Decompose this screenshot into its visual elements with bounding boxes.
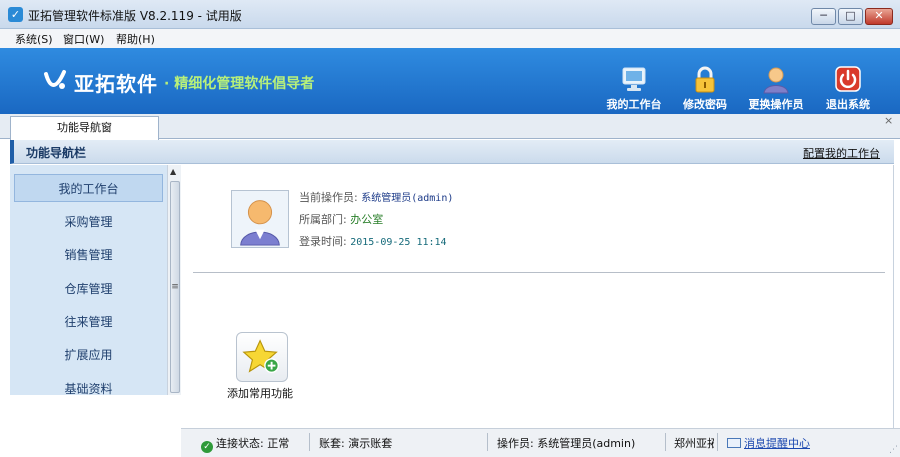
sidebar-item-basic-data[interactable]: 基础资料 bbox=[14, 375, 163, 395]
sidebar-item-accounts[interactable]: 往来管理 bbox=[14, 308, 163, 336]
toolbar-switch-operator-label: 更换操作员 bbox=[748, 98, 804, 111]
tab-close-icon[interactable]: × bbox=[884, 114, 893, 127]
sidebar-item-warehouse[interactable]: 仓库管理 bbox=[14, 275, 163, 303]
monitor-icon bbox=[622, 67, 646, 91]
sidebar: 我的工作台 采购管理 销售管理 仓库管理 往来管理 扩展应用 基础资料 bbox=[10, 165, 167, 395]
operator-row: 当前操作员: 系统管理员(admin) bbox=[299, 189, 453, 205]
user-icon bbox=[763, 67, 789, 94]
maximize-button[interactable]: □ bbox=[838, 8, 863, 25]
login-time-value: 2015-09-25 11:14 bbox=[350, 237, 447, 248]
status-separator bbox=[487, 433, 488, 451]
status-separator bbox=[665, 433, 666, 451]
window-title: 亚拓管理软件标准版 V8.2.119 - 试用版 bbox=[28, 9, 242, 23]
lock-icon bbox=[695, 66, 715, 93]
login-time-label: 登录时间: bbox=[299, 235, 347, 248]
blank-area bbox=[0, 395, 178, 457]
sidebar-item-extensions[interactable]: 扩展应用 bbox=[14, 341, 163, 369]
menu-bar: 系统(S) 窗口(W) 帮助(H) bbox=[0, 29, 900, 48]
menu-help[interactable]: 帮助(H) bbox=[116, 31, 155, 47]
power-icon bbox=[835, 66, 861, 92]
message-reminder-center[interactable]: 消息提醒中心 bbox=[727, 435, 810, 451]
status-separator bbox=[717, 433, 718, 451]
operator-status: 操作员: 系统管理员(admin) bbox=[497, 437, 636, 450]
content-divider bbox=[193, 272, 885, 273]
mail-icon bbox=[727, 438, 741, 448]
scroll-thumb[interactable]: ≡ bbox=[170, 181, 180, 393]
sidebar-scrollbar[interactable]: ▲ ≡ bbox=[167, 165, 181, 395]
sidebar-item-sales[interactable]: 销售管理 bbox=[14, 241, 163, 269]
operator-value: 系统管理员(admin) bbox=[361, 193, 454, 204]
toolbar-exit-system-label: 退出系统 bbox=[826, 98, 870, 111]
operator-label: 当前操作员: bbox=[299, 191, 358, 204]
company-status: 郑州亚拓 bbox=[674, 437, 714, 450]
department-label: 所属部门: bbox=[299, 213, 347, 226]
department-row: 所属部门: 办公室 bbox=[299, 211, 383, 227]
star-add-icon bbox=[242, 339, 280, 374]
brand-slogan: · 精细化管理软件倡导者 bbox=[164, 76, 315, 92]
tab-function-navigator[interactable]: 功能导航窗 bbox=[10, 116, 159, 140]
toolbar-my-workbench-label: 我的工作台 bbox=[606, 98, 662, 111]
sidebar-item-purchase[interactable]: 采购管理 bbox=[14, 208, 163, 236]
toolbar-change-password-label: 修改密码 bbox=[683, 98, 727, 111]
brand-logo-icon bbox=[44, 70, 66, 89]
status-bar: ✓ 连接状态: 正常 账套: 演示账套 操作员: 系统管理员(admin) 郑州亚… bbox=[181, 428, 900, 457]
scroll-grip-icon: ≡ bbox=[171, 282, 179, 292]
title-bar: ✓ 亚拓管理软件标准版 V8.2.119 - 试用版 ─ □ ✕ bbox=[0, 0, 900, 29]
tab-strip: 功能导航窗 × bbox=[0, 114, 900, 140]
nav-header-title: 功能导航栏 bbox=[26, 146, 87, 160]
department-value: 办公室 bbox=[350, 213, 384, 226]
toolbar-change-password[interactable]: 修改密码 bbox=[669, 66, 741, 112]
connection-status-text: 连接状态: 正常 bbox=[216, 437, 290, 450]
message-reminder-link[interactable]: 消息提醒中心 bbox=[744, 437, 810, 450]
status-separator bbox=[309, 433, 310, 451]
login-time-row: 登录时间: 2015-09-25 11:14 bbox=[299, 233, 447, 249]
account-set-status: 账套: 演示账套 bbox=[319, 437, 393, 450]
workbench-content: 当前操作员: 系统管理员(admin) 所属部门: 办公室 登录时间: 2015… bbox=[181, 165, 894, 428]
configure-workbench-link[interactable]: 配置我的工作台 bbox=[803, 145, 880, 161]
menu-system[interactable]: 系统(S) bbox=[15, 31, 53, 47]
add-favorite-function-label: 添加常用功能 bbox=[227, 387, 293, 400]
menu-window[interactable]: 窗口(W) bbox=[63, 31, 104, 47]
scroll-up-arrow-icon[interactable]: ▲ bbox=[170, 167, 176, 176]
toolbar-switch-operator[interactable]: 更换操作员 bbox=[740, 66, 812, 112]
app-icon: ✓ bbox=[8, 7, 23, 22]
connection-status: ✓ 连接状态: 正常 bbox=[201, 435, 289, 453]
close-window-button[interactable]: ✕ bbox=[865, 8, 893, 25]
check-circle-icon: ✓ bbox=[201, 441, 213, 453]
add-favorite-function-button[interactable] bbox=[236, 332, 288, 382]
minimize-button[interactable]: ─ bbox=[811, 8, 836, 25]
resize-grip-icon[interactable]: ⋰ bbox=[889, 445, 898, 455]
nav-header: 功能导航栏 配置我的工作台 bbox=[10, 140, 894, 164]
user-avatar-icon bbox=[231, 190, 289, 248]
toolbar-my-workbench[interactable]: 我的工作台 bbox=[598, 66, 670, 112]
header-banner: 亚拓软件 · 精细化管理软件倡导者 我的工作台 修改密码 更换操作员 退出系统 bbox=[0, 48, 900, 114]
sidebar-item-my-workbench[interactable]: 我的工作台 bbox=[14, 174, 163, 202]
toolbar-exit-system[interactable]: 退出系统 bbox=[812, 66, 884, 112]
brand-name: 亚拓软件 bbox=[74, 72, 158, 96]
